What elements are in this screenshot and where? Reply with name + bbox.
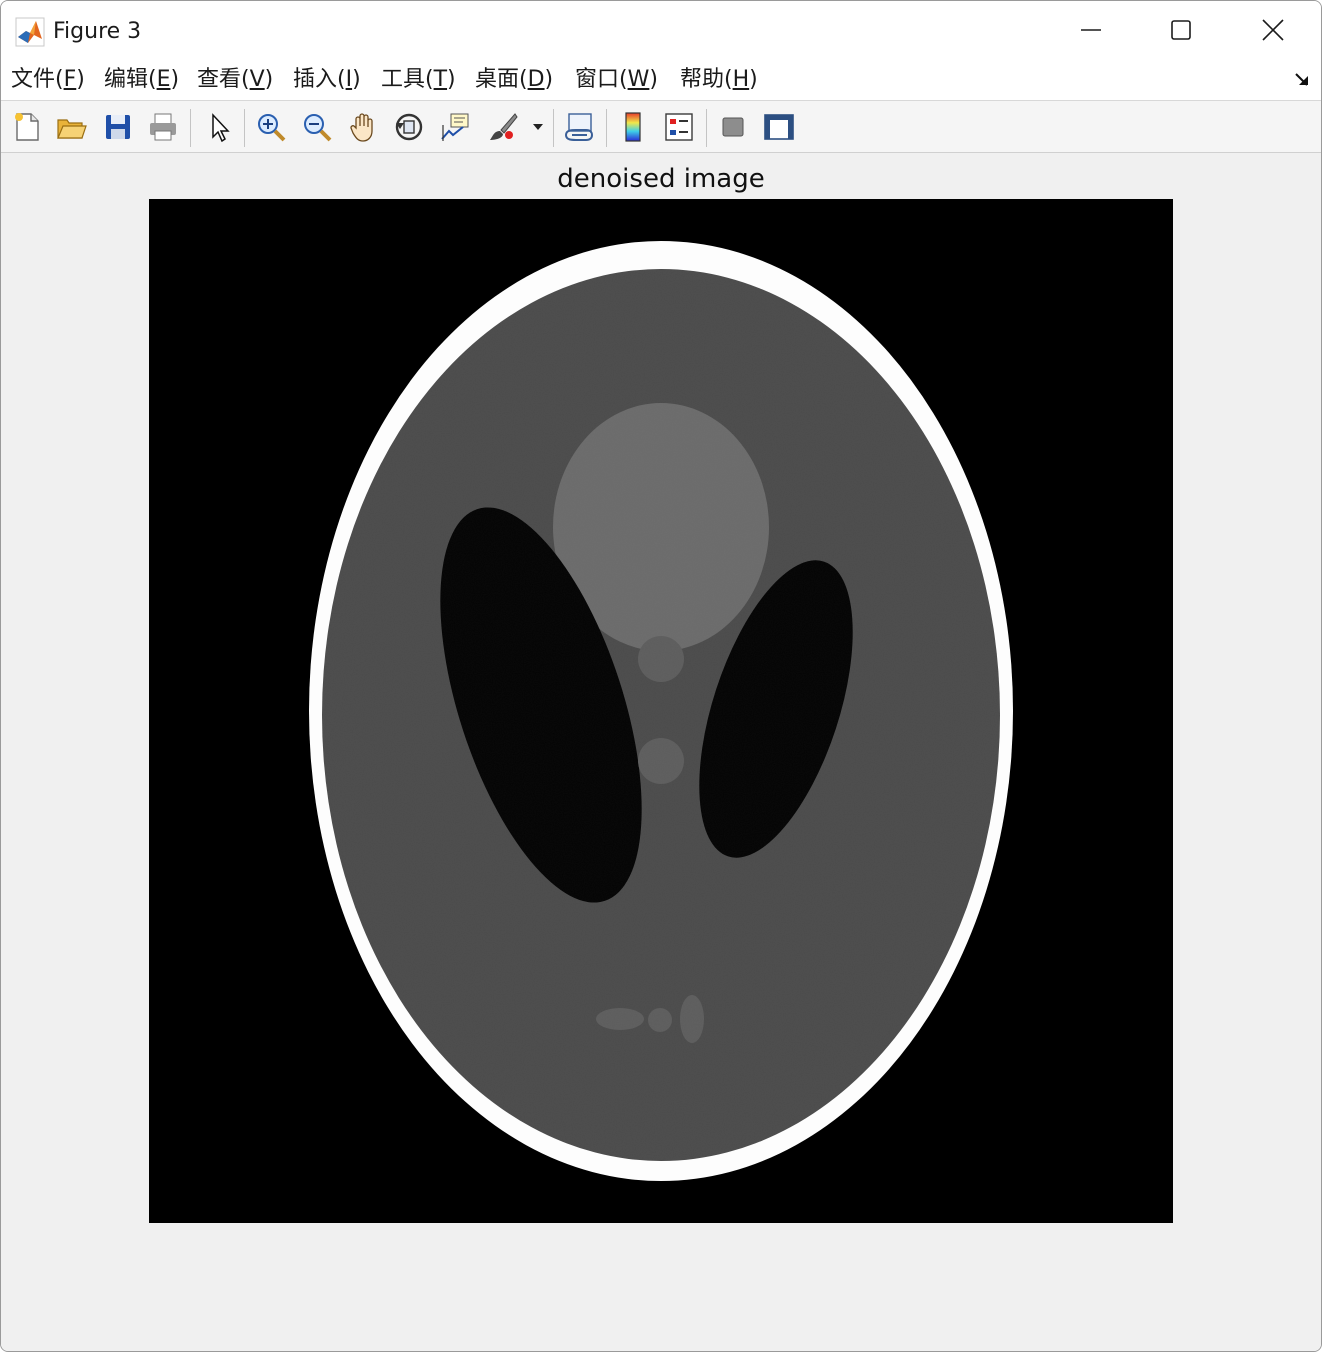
matlab-logo-icon <box>15 17 45 47</box>
open-file-icon <box>57 119 87 139</box>
zoom-out-icon <box>304 114 332 142</box>
data-cursor-button[interactable] <box>437 109 473 145</box>
data-cursor-icon <box>441 113 469 141</box>
menu-edit-key: E <box>156 67 171 92</box>
link-plot-button[interactable] <box>561 109 597 145</box>
figure-canvas[interactable]: denoised image <box>1 153 1321 1351</box>
menu-desktop-tail: ) <box>544 67 554 92</box>
menu-window-key: W <box>627 67 650 92</box>
save-icon <box>106 115 130 139</box>
toolbar-separator <box>706 109 707 147</box>
hide-plot-tools-button[interactable] <box>715 109 751 145</box>
menu-desktop-key: D <box>527 67 545 92</box>
menu-insert-label: 插入( <box>293 67 346 92</box>
toolbar-separator <box>190 109 191 147</box>
rotate-3d-icon <box>395 113 423 141</box>
menu-window-label: 窗口( <box>575 67 628 92</box>
edit-plot-icon <box>212 113 230 143</box>
menu-view-tail: ) <box>264 67 274 92</box>
toolbar-separator <box>553 109 554 147</box>
show-plot-tools-icon <box>764 114 794 140</box>
menu-help[interactable]: 帮助(H) <box>680 65 758 95</box>
zoom-in-button[interactable] <box>253 109 289 145</box>
minimize-button[interactable] <box>1045 1 1137 59</box>
menu-edit-label: 编辑( <box>104 67 157 92</box>
menu-window[interactable]: 窗口(W) <box>575 65 658 95</box>
menu-help-tail: ) <box>749 67 758 92</box>
menu-tools-tail: ) <box>447 67 456 92</box>
menu-file-tail: ) <box>76 67 85 92</box>
menu-view-label: 查看( <box>197 67 250 92</box>
dock-arrow-icon[interactable] <box>1293 71 1311 89</box>
menu-view[interactable]: 查看(V) <box>197 65 273 95</box>
chevron-down-icon <box>533 124 543 130</box>
insert-colorbar-button[interactable] <box>615 109 651 145</box>
brush-icon <box>490 113 518 140</box>
menu-help-label: 帮助( <box>680 67 733 92</box>
phantom-image <box>149 199 1173 1223</box>
title-bar[interactable]: Figure 3 <box>1 1 1321 59</box>
new-figure-button[interactable] <box>9 109 45 145</box>
menu-file-key: F <box>63 67 77 92</box>
menu-insert-tail: ) <box>352 67 361 92</box>
menu-tools-key: T <box>433 67 448 92</box>
print-button[interactable] <box>145 109 181 145</box>
menu-file-label: 文件( <box>11 67 64 92</box>
save-button[interactable] <box>100 109 136 145</box>
open-file-button[interactable] <box>53 109 89 145</box>
maximize-button[interactable] <box>1135 1 1227 59</box>
axes-title: denoised image <box>557 164 765 194</box>
hide-plot-tools-icon <box>722 117 744 137</box>
close-button[interactable] <box>1227 1 1319 59</box>
window-title: Figure 3 <box>53 19 142 44</box>
menu-edit-tail: ) <box>170 67 180 92</box>
maximize-icon <box>1171 20 1191 40</box>
menu-view-key: V <box>249 67 265 92</box>
brush-dropdown[interactable] <box>525 109 551 145</box>
figure-window: Figure 3 文件(F) 编辑(E) 查看(V) 插入(I) 工具(T) 桌… <box>0 0 1322 1352</box>
toolbar-separator <box>244 109 245 147</box>
figure-toolbar <box>1 101 1321 153</box>
edit-plot-button[interactable] <box>201 109 237 145</box>
pan-icon <box>350 113 373 142</box>
show-plot-tools-button[interactable] <box>761 109 797 145</box>
menu-insert[interactable]: 插入(I) <box>293 65 361 95</box>
menu-desktop[interactable]: 桌面(D) <box>475 65 553 95</box>
zoom-in-icon <box>258 114 286 142</box>
menu-desktop-label: 桌面( <box>475 67 528 92</box>
menu-edit[interactable]: 编辑(E) <box>104 65 179 95</box>
minimize-icon <box>1081 29 1101 31</box>
insert-colorbar-icon <box>625 112 641 142</box>
menu-window-tail: ) <box>649 67 658 92</box>
insert-legend-icon <box>665 113 693 141</box>
menu-help-key: H <box>732 67 750 92</box>
menu-tools-label: 工具( <box>381 67 434 92</box>
insert-legend-button[interactable] <box>661 109 697 145</box>
menu-bar: 文件(F) 编辑(E) 查看(V) 插入(I) 工具(T) 桌面(D) 窗口(W… <box>1 59 1321 101</box>
new-figure-icon <box>15 113 39 141</box>
close-icon <box>1262 19 1284 41</box>
axes-image[interactable] <box>149 199 1173 1223</box>
brush-button[interactable] <box>485 109 521 145</box>
pan-button[interactable] <box>345 109 381 145</box>
rotate-3d-button[interactable] <box>391 109 427 145</box>
zoom-out-button[interactable] <box>299 109 335 145</box>
menu-tools[interactable]: 工具(T) <box>381 65 456 95</box>
menu-file[interactable]: 文件(F) <box>11 65 85 95</box>
print-icon <box>150 113 176 141</box>
toolbar-separator <box>606 109 607 147</box>
link-plot-icon <box>564 113 594 141</box>
